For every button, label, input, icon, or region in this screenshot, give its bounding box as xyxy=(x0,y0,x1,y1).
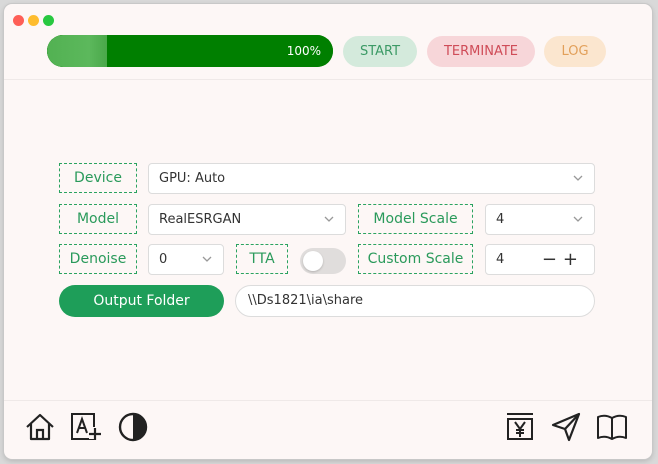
start-button[interactable]: START xyxy=(343,36,417,67)
send-icon[interactable] xyxy=(550,411,582,443)
top-toolbar: 100% START TERMINATE LOG xyxy=(4,4,652,80)
bottom-toolbar xyxy=(4,400,652,459)
output-path-input[interactable]: \\Ds1821\ia\share xyxy=(235,285,595,317)
tta-toggle[interactable] xyxy=(300,248,346,274)
progress-highlight xyxy=(47,35,107,67)
model-select[interactable]: RealESRGAN xyxy=(148,204,346,235)
progress-bar: 100% xyxy=(47,35,333,67)
log-button[interactable]: LOG xyxy=(544,36,606,67)
book-icon[interactable] xyxy=(596,411,628,443)
yen-bookmark-icon[interactable] xyxy=(504,411,536,443)
denoise-label: Denoise xyxy=(59,244,137,274)
app-window: 100% START TERMINATE LOG Device GPU: Aut… xyxy=(4,4,652,459)
device-select[interactable]: GPU: Auto xyxy=(148,163,595,194)
text-add-icon[interactable] xyxy=(70,411,102,443)
output-folder-button[interactable]: Output Folder xyxy=(59,285,224,317)
custom-scale-label: Custom Scale xyxy=(358,244,473,274)
contrast-icon[interactable] xyxy=(117,411,149,443)
tta-label: TTA xyxy=(236,244,288,274)
device-value: GPU: Auto xyxy=(159,171,226,186)
custom-scale-value: 4 xyxy=(496,252,505,267)
model-label: Model xyxy=(59,204,137,234)
decrement-button[interactable]: − xyxy=(542,249,563,270)
chevron-down-icon xyxy=(573,216,583,222)
custom-scale-stepper[interactable]: 4 −+ xyxy=(485,244,595,275)
home-icon[interactable] xyxy=(24,411,56,443)
denoise-value: 0 xyxy=(159,252,168,267)
denoise-select[interactable]: 0 xyxy=(148,244,224,275)
chevron-down-icon xyxy=(573,175,583,181)
device-label: Device xyxy=(59,163,137,193)
increment-button[interactable]: + xyxy=(563,249,584,270)
model-value: RealESRGAN xyxy=(159,212,242,227)
chevron-down-icon xyxy=(324,216,334,222)
chevron-down-icon xyxy=(202,256,212,262)
model-scale-select[interactable]: 4 xyxy=(485,204,595,235)
progress-percent: 100% xyxy=(286,44,321,58)
model-scale-value: 4 xyxy=(496,212,505,227)
stepper-controls: −+ xyxy=(542,245,584,274)
model-scale-label: Model Scale xyxy=(358,204,473,234)
terminate-button[interactable]: TERMINATE xyxy=(427,36,535,67)
toggle-knob xyxy=(303,251,323,271)
